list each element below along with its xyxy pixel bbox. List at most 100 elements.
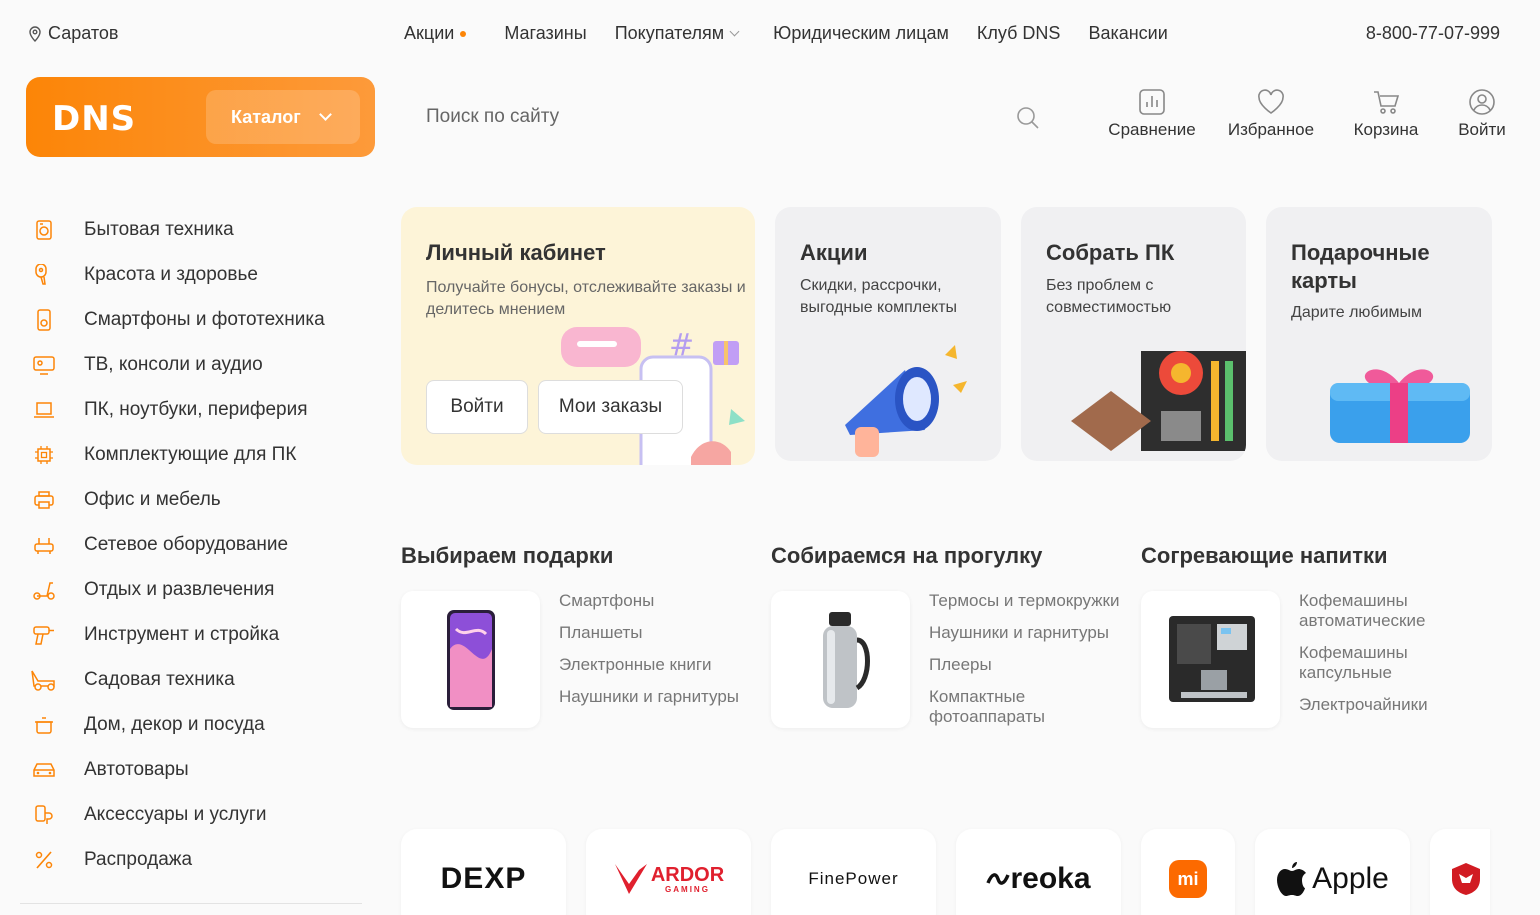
- percent-icon: [20, 850, 84, 870]
- nav-link-club[interactable]: Клуб DNS: [977, 23, 1061, 44]
- sidebar-item-label: Дом, декор и посуда: [84, 713, 265, 735]
- promo-title: Акции: [800, 240, 868, 265]
- sidebar-item-components[interactable]: Комплектующие для ПК: [20, 432, 365, 477]
- sidebar-item-tv[interactable]: ТВ, консоли и аудио: [20, 342, 365, 387]
- promo-sales[interactable]: Акции Скидки, рассрочки, выгодные компле…: [775, 207, 1001, 461]
- accessories-icon: [20, 804, 84, 826]
- brand-logo-xiaomi: mi: [1177, 868, 1199, 889]
- scooter-icon: [20, 579, 84, 601]
- sidebar-item-pc[interactable]: ПК, ноутбуки, периферия: [20, 387, 365, 432]
- brand-card-finepower[interactable]: FinePower: [771, 829, 936, 915]
- collection-links: Кофемашины автоматические Кофемашины кап…: [1299, 591, 1499, 727]
- nav-link-jobs[interactable]: Вакансии: [1088, 23, 1167, 44]
- coffee-machine-image: [1168, 616, 1255, 702]
- brand-logo-apple: Apple: [1312, 862, 1389, 895]
- collection-link[interactable]: Наушники и гарнитуры: [929, 623, 1129, 643]
- megaphone-illustration: [845, 345, 967, 457]
- gift-box-illustration: [1330, 369, 1470, 443]
- collection-link[interactable]: Наушники и гарнитуры: [559, 687, 759, 707]
- search-input[interactable]: [400, 82, 1060, 152]
- ardor-logo-icon: [614, 864, 647, 894]
- nav-link-sales[interactable]: Акции: [404, 23, 467, 44]
- brand-logo-dexp: DEXP: [440, 862, 527, 895]
- nav-link-label: Покупателям: [614, 23, 725, 43]
- laptop-icon: [20, 400, 84, 420]
- top-bar: Саратов Акции Магазины Покупателям Юриди…: [0, 0, 1540, 68]
- router-icon: [20, 535, 84, 555]
- brand-card-reoka[interactable]: reoka: [956, 829, 1121, 915]
- login-button[interactable]: Войти: [1442, 88, 1522, 148]
- collection-image-thermos[interactable]: [771, 591, 910, 728]
- collection-link[interactable]: Кофемашины автоматические: [1299, 591, 1439, 631]
- collection-link[interactable]: Смартфоны: [559, 591, 759, 611]
- collection-title[interactable]: Выбираем подарки: [401, 543, 613, 569]
- msi-shield-icon: [1452, 863, 1480, 895]
- login-button[interactable]: Войти: [426, 380, 528, 434]
- brand-name-ardor: ARDOR: [650, 863, 725, 886]
- brand-card-dexp[interactable]: DEXP: [401, 829, 566, 915]
- sidebar-item-sale[interactable]: Распродажа: [20, 837, 365, 882]
- sidebar-item-leisure[interactable]: Отдых и развлечения: [20, 567, 365, 612]
- svg-text:#: #: [669, 328, 694, 363]
- collection-image-smartphone[interactable]: [401, 591, 540, 728]
- collection-link[interactable]: Электрочайники: [1299, 695, 1499, 715]
- sidebar-item-accessories[interactable]: Аксессуары и услуги: [20, 792, 365, 837]
- collection-link[interactable]: Электронные книги: [559, 655, 759, 675]
- brand-sub-ardor: GAMING: [665, 884, 710, 894]
- collection-title[interactable]: Собираемся на прогулку: [771, 543, 1042, 569]
- sidebar-item-home[interactable]: Дом, декор и посуда: [20, 702, 365, 747]
- login-label: Войти: [450, 396, 504, 417]
- promo-account[interactable]: Личный кабинет Получайте бонусы, отслежи…: [401, 207, 755, 465]
- brand-bar: DNS Каталог: [26, 77, 375, 157]
- collection-link[interactable]: Термосы и термокружки: [929, 591, 1129, 611]
- collection-link[interactable]: Планшеты: [559, 623, 759, 643]
- city-selector[interactable]: Саратов: [28, 23, 118, 44]
- xiaomi-logo-icon: mi: [1169, 860, 1207, 898]
- brand-card-xiaomi[interactable]: mi: [1141, 829, 1235, 915]
- sidebar-item-auto[interactable]: Автотовары: [20, 747, 365, 792]
- promo-gift-cards[interactable]: Подарочные карты Дарите любимым: [1266, 207, 1492, 461]
- collection-image-coffee-machine[interactable]: [1141, 591, 1280, 728]
- collection-title[interactable]: Согревающие напитки: [1141, 543, 1388, 569]
- dns-logo[interactable]: DNS: [52, 99, 136, 139]
- promo-title: Подарочные карты: [1291, 240, 1430, 293]
- compare-button[interactable]: Сравнение: [1100, 88, 1204, 148]
- printer-icon: [20, 490, 84, 510]
- reoka-logo-icon: [986, 873, 1011, 885]
- sidebar-item-garden[interactable]: Садовая техника: [20, 657, 365, 702]
- nav-link-stores[interactable]: Магазины: [504, 23, 586, 44]
- chevron-down-icon: [729, 26, 740, 37]
- apple-logo-icon: [1277, 862, 1307, 896]
- sidebar-item-smartphones[interactable]: Смартфоны и фототехника: [20, 297, 365, 342]
- sidebar-item-label: Инструмент и стройка: [84, 623, 280, 645]
- brand-card-apple[interactable]: Apple: [1255, 829, 1410, 915]
- sidebar-item-label: Отдых и развлечения: [84, 578, 275, 600]
- collection-link[interactable]: Компактные фотоаппараты: [929, 687, 1079, 727]
- sidebar-item-appliances[interactable]: Бытовая техника: [20, 207, 365, 252]
- phone-number[interactable]: 8-800-77-07-999: [1366, 23, 1500, 44]
- sidebar-item-label: ПК, ноутбуки, периферия: [84, 398, 308, 420]
- nav-link-business[interactable]: Юридическим лицам: [773, 23, 949, 44]
- sidebar-item-network[interactable]: Сетевое оборудование: [20, 522, 365, 567]
- brand-logo-reoka: reoka: [1010, 862, 1091, 895]
- brand-card-ardor[interactable]: ARDOR GAMING: [586, 829, 751, 915]
- my-orders-button[interactable]: Мои заказы: [538, 380, 683, 434]
- sidebar-item-label: Красота и здоровье: [84, 263, 258, 285]
- sidebar-item-office[interactable]: Офис и мебель: [20, 477, 365, 522]
- search-icon[interactable]: [1016, 106, 1040, 130]
- sidebar-item-label: Сетевое оборудование: [84, 533, 289, 555]
- favorites-button[interactable]: Избранное: [1212, 88, 1330, 148]
- collection-links: Смартфоны Планшеты Электронные книги Нау…: [559, 591, 759, 719]
- collection-link[interactable]: Кофемашины капсульные: [1299, 643, 1439, 683]
- nav-link-customers[interactable]: Покупателям: [614, 23, 740, 44]
- sidebar-item-tools[interactable]: Инструмент и стройка: [20, 612, 365, 657]
- catalog-button[interactable]: Каталог: [206, 90, 360, 144]
- sidebar-item-label: Автотовары: [84, 758, 189, 780]
- collection-link[interactable]: Плееры: [929, 655, 1129, 675]
- promo-text: Дарите любимым: [1291, 304, 1422, 321]
- tv-icon: [20, 354, 84, 376]
- sidebar-item-beauty[interactable]: Красота и здоровье: [20, 252, 365, 297]
- brand-card-msi[interactable]: msi: [1430, 829, 1490, 915]
- cart-button[interactable]: Корзина: [1338, 88, 1434, 148]
- promo-build-pc[interactable]: Собрать ПК Без проблем с совместимостью: [1021, 207, 1246, 461]
